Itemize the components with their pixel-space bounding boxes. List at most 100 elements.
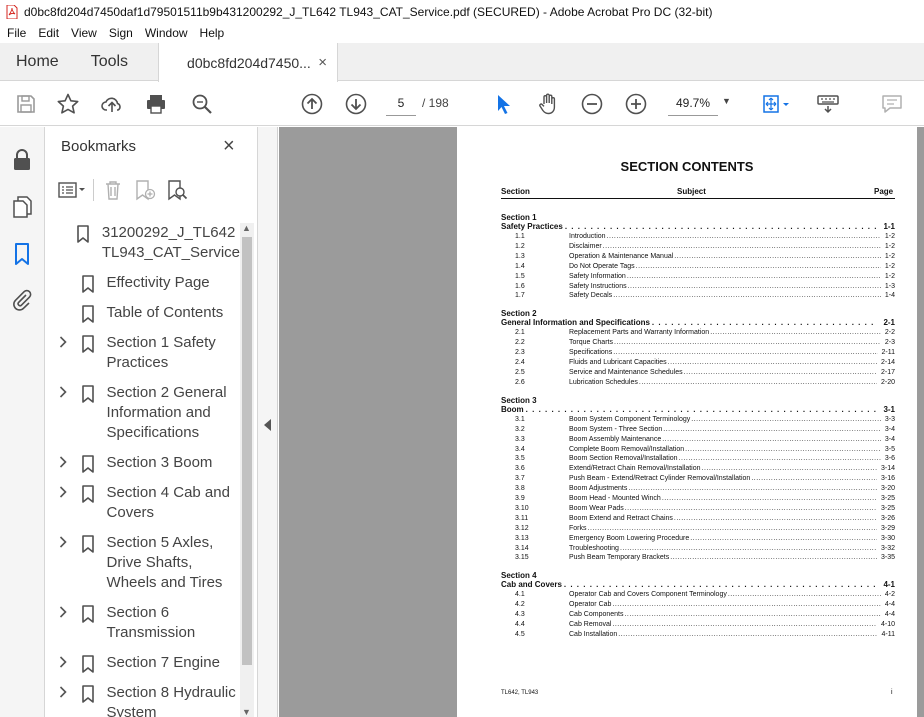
- bookmark-item[interactable]: Section 1 Safety Practices: [45, 333, 240, 373]
- toc-entry[interactable]: 3.14 Troubleshooting.....................…: [501, 544, 895, 554]
- tab-tools[interactable]: Tools: [75, 43, 144, 81]
- chevron-right-icon[interactable]: [59, 536, 69, 550]
- bookmark-item[interactable]: Effectivity Page: [45, 273, 240, 293]
- bookmark-item[interactable]: Section 7 Engine: [45, 653, 240, 673]
- tab-document[interactable]: d0bc8fd204d7450... ×: [158, 43, 339, 82]
- toc-entry[interactable]: 4.4 Cab Removal..........................…: [501, 620, 895, 630]
- menu-edit[interactable]: Edit: [32, 24, 65, 43]
- toc-entry[interactable]: 3.8 Boom Adjustments.....................…: [501, 484, 895, 494]
- toc-entry[interactable]: 3.1 Boom System Component Terminology....…: [501, 415, 895, 425]
- bookmark-item[interactable]: Table of Contents: [45, 303, 240, 323]
- section-title-row[interactable]: Safety Practices. . . . . . . . . . . . …: [501, 222, 895, 232]
- hand-tool-button[interactable]: [534, 90, 562, 118]
- print-button[interactable]: [142, 90, 170, 118]
- toc-entry[interactable]: 2.4 Fluids and Lubricant Capacities......…: [501, 358, 895, 368]
- section-title-row[interactable]: Boom. . . . . . . . . . . . . . . . . . …: [501, 405, 895, 415]
- comment-button[interactable]: [878, 90, 906, 118]
- bookmark-item[interactable]: 31200292_J_TL642 TL943_CAT_Service: [45, 223, 240, 263]
- close-panel-icon[interactable]: ×: [223, 136, 235, 156]
- bookmark-item[interactable]: Section 8 Hydraulic System: [45, 683, 240, 717]
- chevron-right-icon[interactable]: [59, 656, 69, 670]
- toc-entry[interactable]: 2.6 Lubrication Schedules................…: [501, 378, 895, 388]
- find-button[interactable]: [188, 90, 216, 118]
- toc-entry[interactable]: 4.3 Cab Components.......................…: [501, 610, 895, 620]
- collapse-arrow-icon[interactable]: [264, 419, 271, 431]
- toc-entry[interactable]: 3.5 Boom Section Removal/Installation....…: [501, 454, 895, 464]
- scroll-down-icon[interactable]: ▼: [242, 707, 251, 717]
- toc-entry[interactable]: 1.3 Operation & Maintenance Manual.......…: [501, 252, 895, 262]
- bookmark-options-button[interactable]: [57, 178, 87, 202]
- bookmarks-panel-button[interactable]: [9, 241, 35, 267]
- toc-entry[interactable]: 1.2 Disclaimer...........................…: [501, 242, 895, 252]
- toc-entry[interactable]: 3.2 Boom System - Three Section..........…: [501, 425, 895, 435]
- toc-entry[interactable]: 2.1 Replacement Parts and Warranty Inform…: [501, 328, 895, 338]
- new-bookmark-button[interactable]: [130, 178, 160, 202]
- toc-entry[interactable]: 4.1 Operator Cab and Covers Component Ter…: [501, 590, 895, 600]
- delete-bookmark-button[interactable]: [98, 178, 128, 202]
- menu-window[interactable]: Window: [139, 24, 194, 43]
- toc-entry[interactable]: 3.10 Boom Wear Pads......................…: [501, 504, 895, 514]
- previous-page-button[interactable]: [298, 90, 326, 118]
- page-thumbnails-button[interactable]: [9, 193, 35, 219]
- chevron-right-icon[interactable]: [59, 606, 69, 620]
- page-number-input[interactable]: [386, 90, 416, 116]
- select-tool-button[interactable]: [490, 90, 518, 118]
- toc-entry[interactable]: 1.7 Safety Decals........................…: [501, 291, 895, 301]
- tab-home[interactable]: Home: [0, 43, 75, 81]
- toc-entry[interactable]: 3.12 Forks...............................…: [501, 524, 895, 534]
- toc-entry[interactable]: 3.6 Extend/Retract Chain Removal/Installa…: [501, 464, 895, 474]
- chevron-right-icon[interactable]: [59, 456, 69, 470]
- toc-entry[interactable]: 2.5 Service and Maintenance Schedules....…: [501, 368, 895, 378]
- document-view[interactable]: SECTION CONTENTS Section Subject Page Se…: [279, 127, 924, 717]
- bookmark-item[interactable]: Section 6 Transmission: [45, 603, 240, 643]
- toc-entry[interactable]: 1.5 Safety Information...................…: [501, 272, 895, 282]
- zoom-in-button[interactable]: [622, 90, 650, 118]
- chevron-right-icon[interactable]: [59, 336, 69, 350]
- fit-page-button[interactable]: [758, 90, 794, 118]
- chevron-right-icon[interactable]: [59, 386, 69, 400]
- zoom-out-button[interactable]: [578, 90, 606, 118]
- upload-cloud-button[interactable]: [98, 90, 126, 118]
- toc-entry[interactable]: 3.15 Push Beam Temporary Brackets........…: [501, 553, 895, 563]
- toc-entry[interactable]: 2.3 Specifications.......................…: [501, 348, 895, 358]
- toc-entry[interactable]: 3.4 Complete Boom Removal/Installation...…: [501, 445, 895, 455]
- bookmark-item[interactable]: Section 2 General Information and Specif…: [45, 383, 240, 443]
- menu-file[interactable]: File: [1, 24, 32, 43]
- toc-entry[interactable]: 2.2 Torque Charts........................…: [501, 338, 895, 348]
- toc-entry[interactable]: 3.9 Boom Head - Mounted Winch............…: [501, 494, 895, 504]
- zoom-dropdown-chevron-icon[interactable]: ▼: [722, 96, 731, 106]
- security-panel-button[interactable]: [9, 147, 35, 173]
- chevron-right-icon[interactable]: [59, 686, 69, 700]
- scroll-up-icon[interactable]: ▲: [242, 223, 251, 233]
- scrollbar-thumb[interactable]: [242, 237, 252, 665]
- keyboard-tool-button[interactable]: [814, 90, 842, 118]
- attachments-panel-button[interactable]: [9, 287, 35, 313]
- toc-entry[interactable]: 3.11 Boom Extend and Retract Chains......…: [501, 514, 895, 524]
- menu-help[interactable]: Help: [194, 24, 231, 43]
- toc-entry[interactable]: 1.4 Do Not Operate Tags..................…: [501, 262, 895, 272]
- bookmark-star-button[interactable]: [54, 90, 82, 118]
- bookmarks-scrollbar[interactable]: ▲ ▼: [240, 223, 254, 717]
- bookmark-item[interactable]: Section 5 Axles, Drive Shafts, Wheels an…: [45, 533, 240, 593]
- bookmark-item[interactable]: Section 3 Boom: [45, 453, 240, 473]
- toc-entry[interactable]: 4.2 Operator Cab.........................…: [501, 600, 895, 610]
- toc-entry[interactable]: 3.13 Emergency Boom Lowering Procedure...…: [501, 534, 895, 544]
- entry-number: 3.15: [515, 554, 529, 562]
- panel-collapse-strip[interactable]: [258, 127, 278, 717]
- toc-entry[interactable]: 1.6 Safety Instructions..................…: [501, 282, 895, 292]
- section-title-row[interactable]: Cab and Covers. . . . . . . . . . . . . …: [501, 580, 895, 590]
- zoom-level-input[interactable]: [668, 90, 718, 116]
- bookmark-item[interactable]: Section 4 Cab and Covers: [45, 483, 240, 523]
- next-page-button[interactable]: [342, 90, 370, 118]
- close-tab-icon[interactable]: ×: [318, 54, 327, 71]
- menu-view[interactable]: View: [65, 24, 103, 43]
- chevron-right-icon[interactable]: [59, 486, 69, 500]
- find-bookmark-button[interactable]: [162, 178, 192, 202]
- save-button[interactable]: [12, 90, 40, 118]
- menu-sign[interactable]: Sign: [103, 24, 139, 43]
- toc-entry[interactable]: 1.1 Introduction.........................…: [501, 232, 895, 242]
- toc-entry[interactable]: 3.7 Push Beam - Extend/Retract Cylinder R…: [501, 474, 895, 484]
- section-title-row[interactable]: General Information and Specifications. …: [501, 318, 895, 328]
- toc-entry[interactable]: 4.5 Cab Installation.....................…: [501, 630, 895, 640]
- toc-entry[interactable]: 3.3 Boom Assembly Maintenance............…: [501, 435, 895, 445]
